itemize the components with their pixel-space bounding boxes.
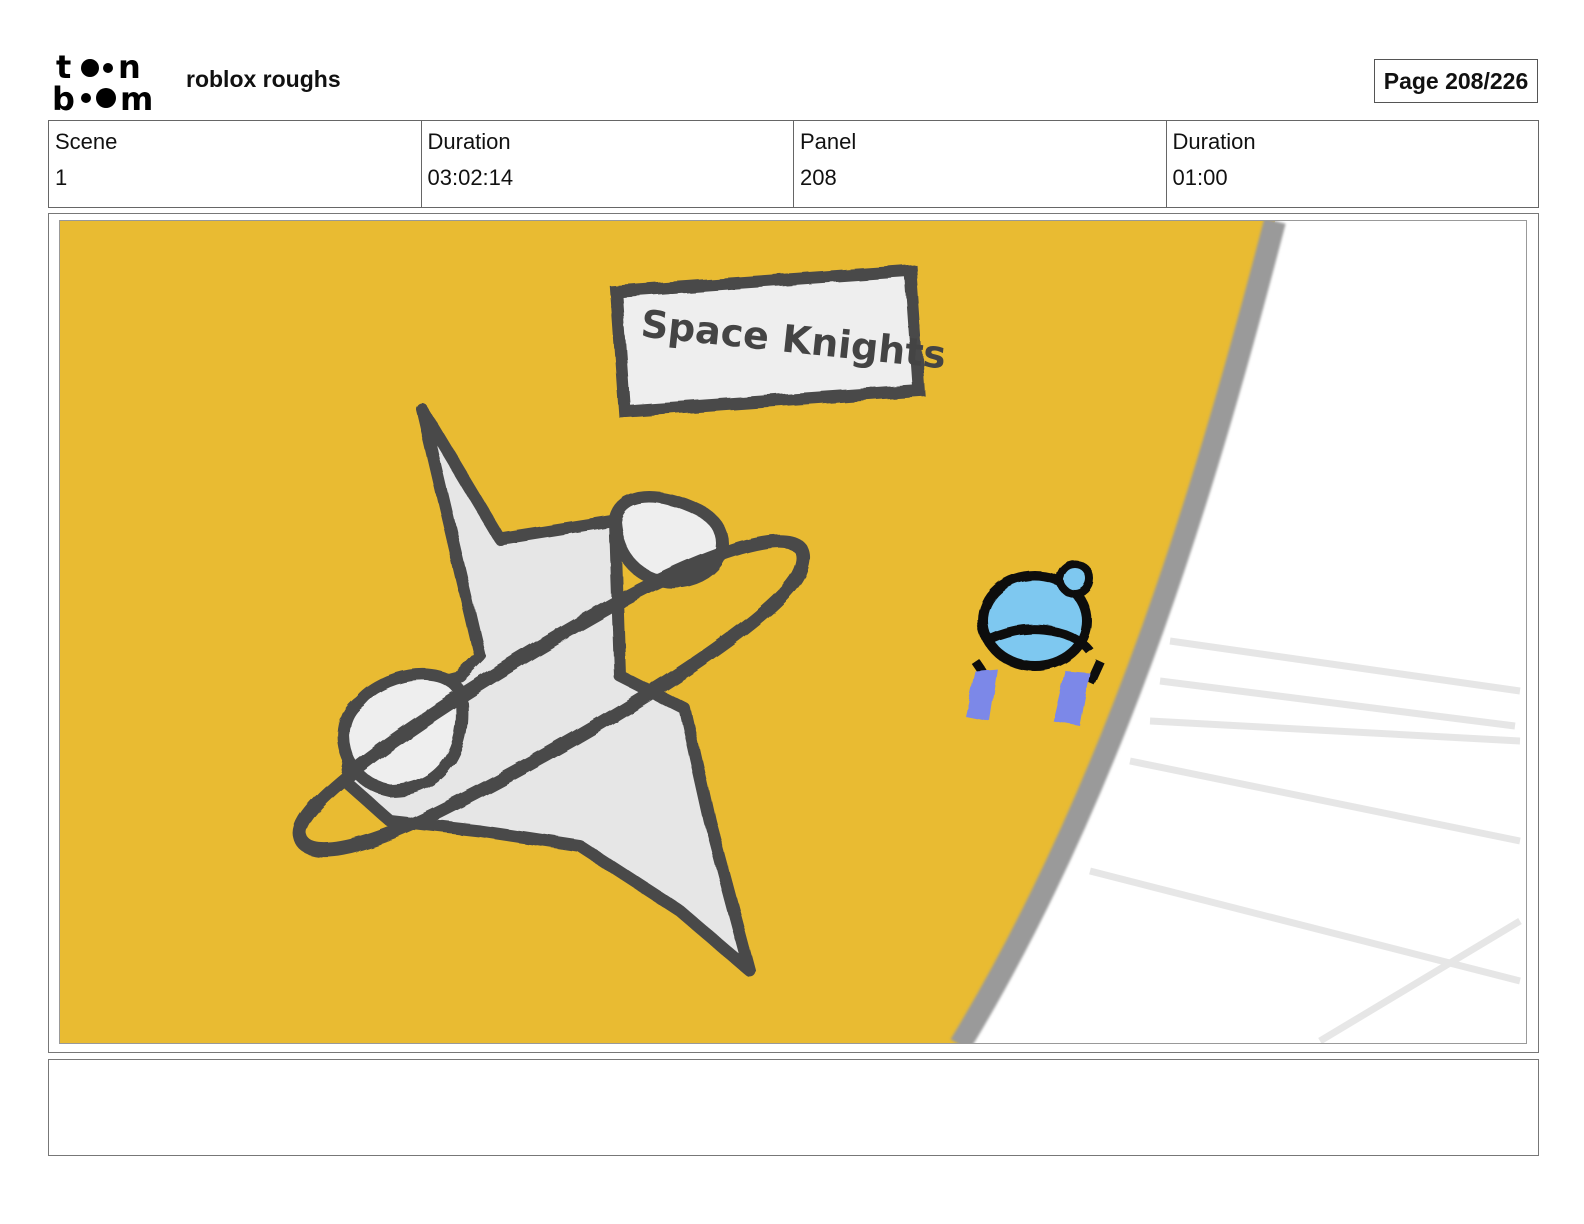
- scene-cell: Scene 1: [49, 121, 422, 207]
- panel-duration-label: Duration: [1172, 129, 1256, 154]
- storyboard-panel-image: Space Knights: [59, 220, 1527, 1044]
- scene-duration-cell: Duration 03:02:14: [422, 121, 794, 207]
- scene-value: 1: [55, 165, 68, 190]
- scene-label: Scene: [55, 129, 118, 154]
- scene-duration-value: 03:02:14: [427, 165, 514, 190]
- toon-boom-logo: t n b m: [52, 48, 164, 118]
- storyboard-panel-frame: Space Knights: [48, 213, 1539, 1053]
- panel-duration-value: 01:00: [1172, 165, 1228, 190]
- scene-info-table: Scene 1 Duration 03:02:14 Panel 208 Dura…: [48, 120, 1539, 208]
- project-title: roblox roughs: [186, 66, 341, 92]
- panel-duration-cell: Duration 01:00: [1167, 121, 1539, 207]
- space-streaks: [1089, 637, 1522, 1043]
- svg-text:m: m: [120, 80, 153, 112]
- svg-text:b: b: [52, 80, 75, 112]
- page-indicator: Page 208/226: [1374, 59, 1538, 103]
- panel-cell: Panel 208: [794, 121, 1167, 207]
- panel-label: Panel: [800, 129, 857, 154]
- panel-notes-box: [48, 1059, 1539, 1156]
- panel-value: 208: [800, 165, 837, 190]
- scene-duration-label: Duration: [427, 129, 511, 154]
